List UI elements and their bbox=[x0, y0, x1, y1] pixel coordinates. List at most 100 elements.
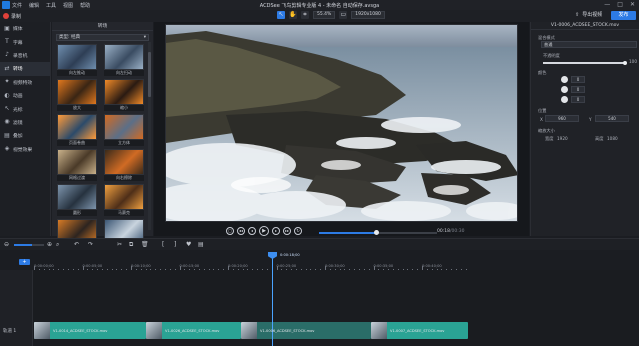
marker-icon[interactable]: ♥ bbox=[186, 241, 191, 248]
transition-thumb[interactable]: 向左推动 bbox=[57, 44, 97, 76]
timeline-clip[interactable]: V1-0006_ACDSEE_STOCK.mov bbox=[241, 322, 371, 339]
opacity-slider-fill bbox=[543, 62, 625, 64]
zoom-out-icon[interactable]: ⊖ bbox=[4, 241, 9, 248]
position-label: 位置 bbox=[538, 108, 547, 113]
timeline-clip[interactable]: V1-0007_ACDSEE_STOCK.mov bbox=[371, 322, 468, 339]
mark-out-icon[interactable]: ] bbox=[174, 241, 176, 248]
share-button[interactable]: 发布 bbox=[611, 11, 636, 20]
transition-thumb[interactable]: 立方体 bbox=[104, 114, 144, 146]
crop-icon[interactable]: ⌗ bbox=[301, 11, 309, 19]
add-track-button[interactable]: + bbox=[19, 259, 30, 265]
snapshot-icon[interactable]: ▢ bbox=[226, 227, 234, 235]
transitions-panel: 转场 类型: 经典 ▾ 向左推动 向左扫动 放大 缩小 页面卷曲 立方体 网格过渡 向右擦除圆… bbox=[52, 22, 153, 251]
menu-tools[interactable]: 工具 bbox=[46, 2, 56, 9]
maximize-button[interactable]: □ bbox=[617, 1, 623, 8]
prev-frame-icon[interactable]: ◂ bbox=[248, 227, 256, 235]
transition-thumb[interactable]: 放大 bbox=[57, 79, 97, 111]
menu-edit[interactable]: 编辑 bbox=[29, 2, 39, 9]
timeline-zoom-slider[interactable] bbox=[14, 244, 44, 246]
sidebar-item-audio[interactable]: ♪ 录音机 bbox=[0, 49, 50, 62]
rotate-z-dial[interactable] bbox=[561, 96, 568, 103]
hand-icon[interactable]: ✋ bbox=[289, 11, 297, 19]
width-value[interactable]: 1920 bbox=[557, 136, 568, 141]
panel-scrollbar[interactable] bbox=[148, 42, 151, 230]
next-frame-icon[interactable]: ▸ bbox=[272, 227, 280, 235]
mark-in-icon[interactable]: [ bbox=[162, 241, 164, 248]
pos-y-field[interactable]: 540 bbox=[595, 115, 629, 122]
cut-icon[interactable]: ✂ bbox=[117, 241, 122, 248]
height-value[interactable]: 1080 bbox=[607, 136, 618, 141]
sidebar-item-media[interactable]: ▣ 媒体 bbox=[0, 22, 50, 35]
sidebar-item-animation[interactable]: ◐ 动画 bbox=[0, 89, 50, 102]
panel-scrollbar-thumb[interactable] bbox=[148, 52, 151, 97]
resolution-select[interactable]: 1920x1080 bbox=[351, 11, 385, 19]
menu-help[interactable]: 帮助 bbox=[80, 2, 90, 9]
rotate-y-value[interactable]: 0 bbox=[571, 86, 585, 93]
rotate-x-value[interactable]: 0 bbox=[571, 76, 585, 83]
minimize-button[interactable]: — bbox=[604, 1, 610, 8]
transition-thumb[interactable]: 向左扫动 bbox=[104, 44, 144, 76]
transition-thumb[interactable]: 向右擦除 bbox=[104, 149, 144, 181]
sidebar-item-text[interactable]: T 字幕 bbox=[0, 35, 50, 48]
pos-y-label: Y bbox=[589, 117, 592, 122]
sidebar-item-transition[interactable]: ⇄ 转场 bbox=[0, 62, 50, 76]
timeline-tracks: 轨道 1 V1-0014_ACDSEE_STOCK.mov V1-0026_ACD… bbox=[0, 270, 639, 346]
redo-icon[interactable]: ↷ bbox=[88, 241, 93, 248]
chevron-down-icon: ▾ bbox=[143, 35, 146, 40]
opacity-slider[interactable] bbox=[543, 60, 627, 65]
sidebar-item-cursor[interactable]: ↖ 光标 bbox=[0, 102, 50, 115]
height-label: 高度 bbox=[595, 136, 604, 141]
search-icon[interactable]: ⌕ bbox=[56, 241, 59, 249]
fast-forward-icon[interactable]: ▸▸ bbox=[283, 227, 291, 235]
delete-icon[interactable]: 🗑 bbox=[141, 241, 149, 248]
rewind-icon[interactable]: ◂◂ bbox=[237, 227, 245, 235]
zoom-select[interactable]: 55.4% bbox=[313, 11, 336, 19]
category-filter[interactable]: 类型: 经典 ▾ bbox=[56, 34, 149, 41]
fit-icon[interactable]: ▭ bbox=[339, 11, 348, 19]
rotate-y-dial[interactable] bbox=[561, 86, 568, 93]
timeline-zoom-fill bbox=[14, 244, 32, 246]
clip-thumbnail bbox=[371, 322, 387, 339]
transition-thumb[interactable]: 页面卷曲 bbox=[57, 114, 97, 146]
properties-panel: V1-0006_ACDSEE_STOCK.mov 混合模式 普通 不透明度 10… bbox=[530, 22, 639, 236]
menu-view[interactable]: 视图 bbox=[63, 2, 73, 9]
zoom-in-icon[interactable]: ⊕ bbox=[47, 241, 52, 248]
opacity-slider-handle[interactable] bbox=[623, 60, 627, 65]
video-preview[interactable] bbox=[165, 24, 518, 222]
sidebar-item-overlay[interactable]: ▤ 叠加 bbox=[0, 129, 50, 142]
transition-label: 向右擦除 bbox=[104, 175, 144, 181]
transition-thumb[interactable]: 马赛克 bbox=[104, 184, 144, 216]
menu-file[interactable]: 文件 bbox=[12, 2, 22, 9]
visual-fx-icon: ◈ bbox=[4, 145, 10, 153]
timeline-clip[interactable]: V1-0014_ACDSEE_STOCK.mov bbox=[34, 322, 146, 339]
transition-thumb[interactable]: 圆形 bbox=[57, 184, 97, 216]
sidebar-item-label: 视觉效果 bbox=[13, 147, 33, 153]
blend-mode-select[interactable]: 普通 bbox=[541, 41, 637, 48]
transition-label: 圆形 bbox=[57, 210, 97, 216]
timeline-clip[interactable]: V1-0026_ACDSEE_STOCK.mov bbox=[146, 322, 241, 339]
pos-x-field[interactable]: 960 bbox=[545, 115, 579, 122]
undo-icon[interactable]: ↶ bbox=[74, 241, 79, 248]
loop-icon[interactable]: ↻ bbox=[294, 227, 302, 235]
scrubber-handle[interactable] bbox=[374, 230, 380, 235]
transition-thumb[interactable]: 缩小 bbox=[104, 79, 144, 111]
category-filter-value: 类型: 经典 bbox=[59, 35, 80, 40]
split-icon[interactable]: ▤ bbox=[198, 241, 204, 248]
pointer-icon[interactable]: ↖ bbox=[277, 11, 285, 19]
sidebar-item-visual-fx[interactable]: ◈ 视觉效果 bbox=[0, 143, 50, 156]
export-video-button[interactable]: ⇪ 导出视频 bbox=[575, 11, 602, 19]
rotate-z-value[interactable]: 0 bbox=[571, 96, 585, 103]
copy-icon[interactable]: ⧉ bbox=[129, 241, 133, 249]
transition-thumb[interactable]: 网格过渡 bbox=[57, 149, 97, 181]
timeline-ruler[interactable]: 0:00:00;00 0:00:05;00 0:00:10;00 0:00:15;00… bbox=[0, 250, 639, 270]
play-icon[interactable]: ▶ bbox=[259, 226, 269, 236]
sidebar-item-filter[interactable]: ◉ 滤镜 bbox=[0, 116, 50, 129]
time-readout: 00:18/00:30 bbox=[437, 229, 464, 234]
playback-scrubber[interactable] bbox=[319, 230, 437, 235]
rotate-x-dial[interactable] bbox=[561, 76, 568, 83]
text-icon: T bbox=[5, 38, 9, 46]
record-button[interactable]: 录制 bbox=[3, 11, 21, 21]
close-button[interactable]: ✕ bbox=[630, 1, 635, 8]
sidebar-item-effects[interactable]: ✦ 视频特效 bbox=[0, 76, 50, 89]
clip-thumbnail bbox=[146, 322, 162, 339]
